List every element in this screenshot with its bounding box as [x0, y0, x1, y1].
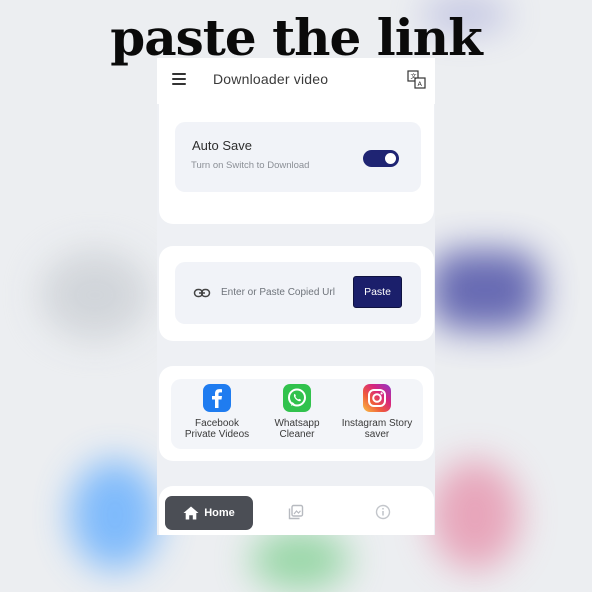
gallery-icon[interactable]	[288, 504, 304, 520]
blurred-link-shape	[40, 250, 150, 340]
url-input[interactable]	[221, 283, 349, 301]
facebook-app-item[interactable]: Facebook Private Videos	[177, 384, 257, 440]
apps-card: Facebook Private Videos Whatsapp Cleaner	[159, 366, 434, 461]
instagram-label-line1: Instagram Story	[341, 418, 413, 429]
svg-text:A: A	[418, 80, 423, 88]
hamburger-menu-icon[interactable]	[172, 73, 186, 85]
apps-panel: Facebook Private Videos Whatsapp Cleaner	[171, 379, 423, 449]
instagram-app-item[interactable]: Instagram Story saver	[337, 384, 417, 440]
autosave-panel: Auto Save Turn on Switch to Download	[175, 122, 421, 192]
toggle-knob	[385, 153, 396, 164]
blurred-paste-shape	[430, 250, 540, 330]
facebook-label-line2: Private Videos	[184, 429, 250, 440]
link-icon	[193, 288, 211, 298]
paste-button[interactable]: Paste	[353, 276, 402, 308]
nav-home-label: Home	[204, 507, 235, 519]
autosave-card: Auto Save Turn on Switch to Download	[159, 104, 434, 224]
facebook-label-line1: Facebook	[195, 418, 239, 429]
nav-home-button[interactable]: Home	[165, 496, 253, 530]
info-icon[interactable]	[375, 504, 391, 520]
overlay-caption: paste the link	[110, 8, 482, 67]
autosave-subtitle: Turn on Switch to Download	[191, 160, 310, 171]
blurred-instagram-shape	[430, 460, 520, 570]
blurred-facebook-shape	[70, 460, 160, 570]
autosave-toggle[interactable]	[363, 150, 399, 167]
translate-icon[interactable]: 文 A	[407, 70, 427, 90]
svg-text:文: 文	[411, 73, 417, 81]
whatsapp-label-line1: Whatsapp	[274, 418, 320, 429]
paste-card: Paste	[159, 246, 434, 341]
instagram-icon	[363, 384, 391, 412]
facebook-icon	[203, 384, 231, 412]
whatsapp-icon	[283, 384, 311, 412]
instagram-label-line2: saver	[364, 429, 390, 440]
whatsapp-label-line2: Cleaner	[279, 429, 315, 440]
app-title: Downloader video	[213, 71, 329, 87]
phone-screen: Downloader video 文 A Auto Save Turn on S…	[157, 58, 435, 535]
home-icon	[183, 506, 199, 520]
blurred-whatsapp-shape	[250, 530, 350, 590]
autosave-title: Auto Save	[192, 138, 252, 153]
whatsapp-app-item[interactable]: Whatsapp Cleaner	[257, 384, 337, 440]
paste-panel: Paste	[175, 262, 421, 324]
